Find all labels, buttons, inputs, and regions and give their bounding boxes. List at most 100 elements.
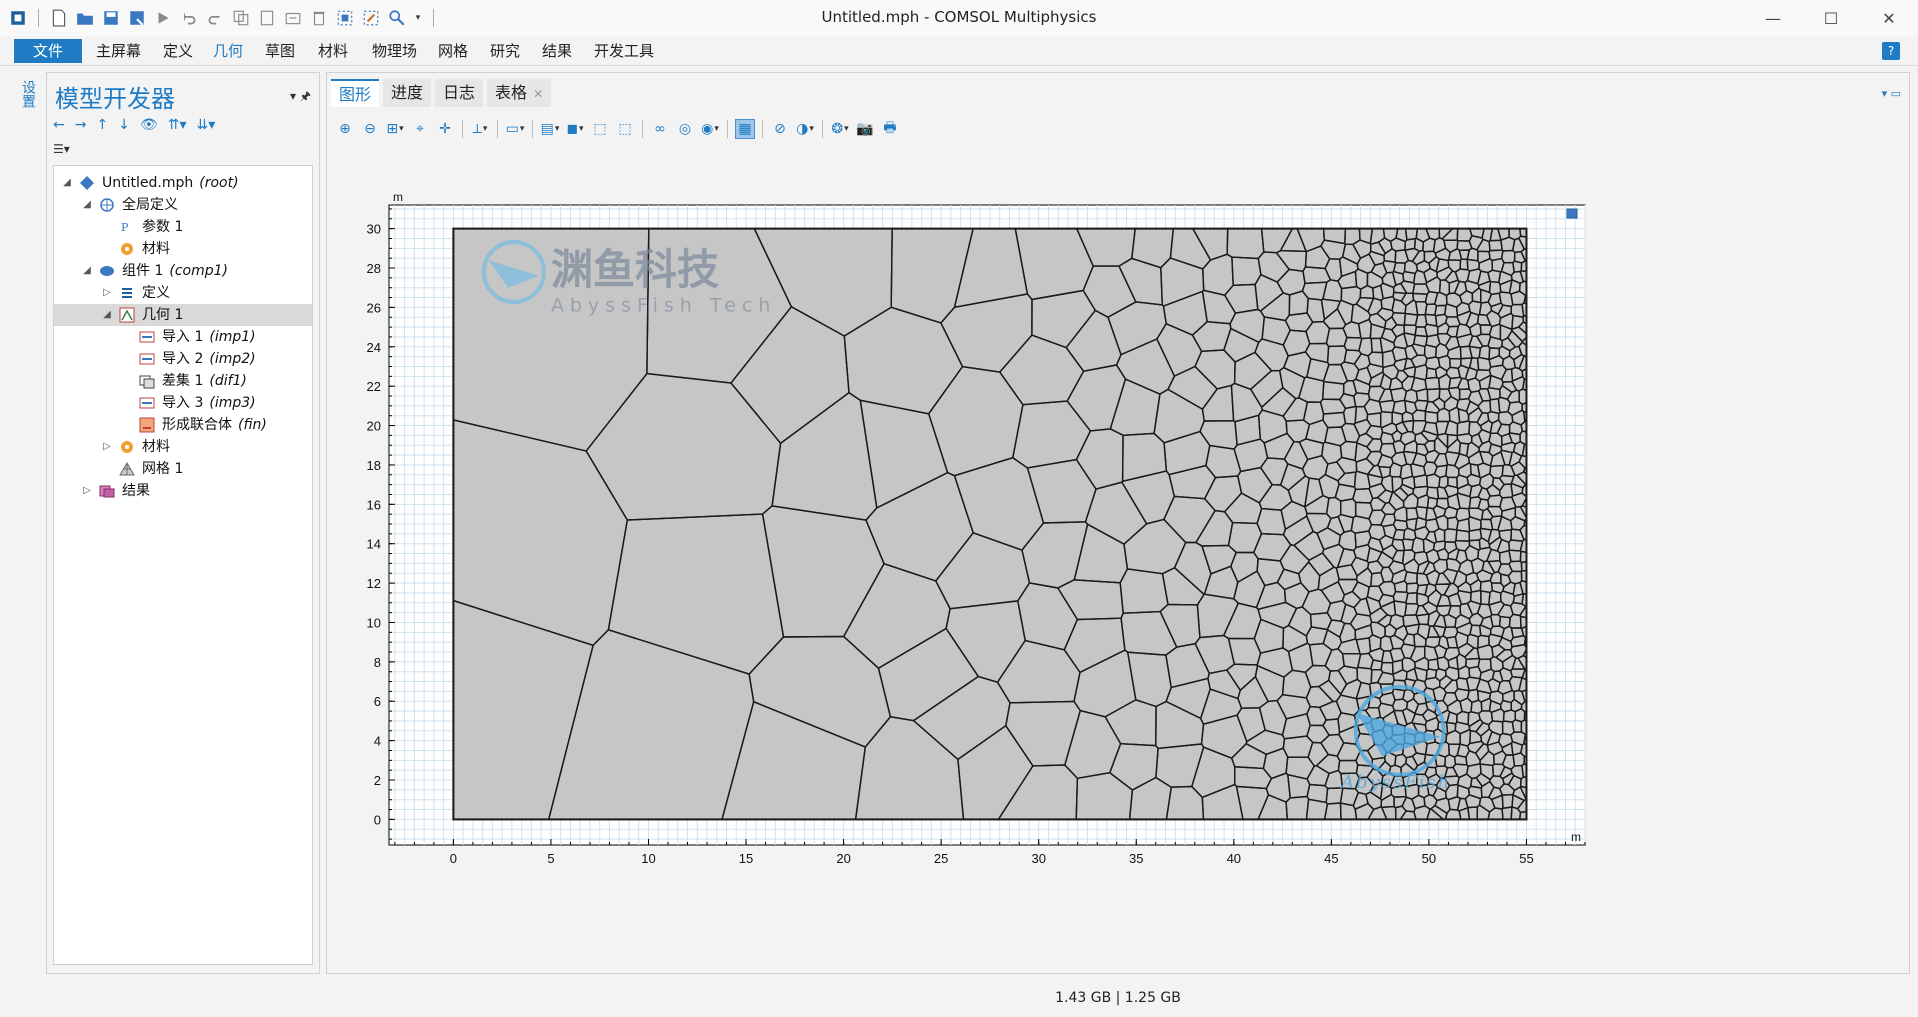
move-up-icon[interactable]: ↑ [96, 117, 108, 133]
zoom-box-icon[interactable]: ⊞ [385, 119, 405, 139]
tab-close-icon[interactable]: ✕ [533, 87, 543, 101]
zoom-selected-icon[interactable]: ✛ [435, 119, 455, 139]
tree-node-materials[interactable]: ▷ 材料 [100, 436, 176, 458]
tree-node-form-union[interactable]: 形成联合体 (fin) [134, 414, 267, 436]
tree-label: 导入 1 [162, 329, 204, 345]
tree-label: 结果 [122, 483, 150, 499]
minimize-button[interactable]: — [1744, 0, 1802, 36]
tab-graphics[interactable]: 图形 [331, 79, 380, 107]
graphics-canvas[interactable]: 0 5 10 15 20 25 30 35 40 45 50 55 0 2 4 6 8 10 12 14 16 18 20 2… [339, 155, 1899, 967]
scene-light-icon[interactable]: ❂ [830, 119, 850, 139]
tree-tag: (root) [199, 175, 239, 191]
menu-home[interactable]: 主屏幕 [88, 39, 149, 63]
menu-physics[interactable]: 物理场 [364, 39, 425, 63]
tree-node-import-3[interactable]: 导入 3 (imp3) [134, 392, 256, 414]
menu-file[interactable]: 文件 [14, 39, 82, 63]
view-cube-icon [1566, 208, 1578, 219]
tree-node-definitions[interactable]: ▷ 定义 [100, 282, 176, 304]
menu-study[interactable]: 研究 [482, 39, 528, 63]
render-icon[interactable]: ◑ [795, 119, 815, 139]
tree-node-component[interactable]: ◢ 组件 1 (comp1) [80, 260, 228, 282]
collapse-arrow-icon[interactable]: ◢ [80, 194, 94, 216]
parameters-icon: P [118, 219, 136, 235]
y-tick-label: 0 [374, 812, 381, 827]
tree-node-geometry[interactable]: ◢ 几何 1 [54, 304, 312, 326]
help-icon[interactable]: ? [1882, 42, 1900, 60]
collapse-arrow-icon[interactable]: ◢ [100, 304, 114, 326]
tree-node-difference-1[interactable]: 差集 1 (dif1) [134, 370, 247, 392]
menu-developer[interactable]: 开发工具 [586, 39, 662, 63]
tab-progress[interactable]: 进度 [383, 79, 432, 107]
back-arrow-icon[interactable]: ← [53, 117, 65, 133]
domain-rect [452, 227, 1528, 821]
settings-side-strip: 设置 [10, 74, 40, 974]
expand-arrow-icon[interactable]: ▷ [100, 436, 114, 458]
collapse-arrow-icon[interactable]: ◢ [60, 172, 74, 194]
print-icon[interactable]: 🖶 [880, 119, 900, 139]
axis-orientation-icon[interactable]: ⟂ [470, 119, 490, 139]
ribbon-menu-bar: 文件 主屏幕 定义 几何 草图 材料 物理场 网格 研究 结果 开发工具 ? [0, 36, 1918, 66]
hide-icon[interactable]: ⊘ [770, 119, 790, 139]
import-icon [138, 351, 156, 367]
y-tick-label: 14 [367, 537, 381, 552]
list-view-icon[interactable]: ☰▾ [53, 142, 70, 156]
graphics-panel: 图形 进度 日志 表格 ✕ ▾ ▭ ⊕ ⊖ ⊞ ⌖ ✛ ⟂ ▭ ▤ ◼ ⬚ ⬚ ∞… [326, 72, 1910, 974]
panel-menu-icon[interactable]: ▾ ▭ [1882, 87, 1901, 100]
settings-tab[interactable]: 设置 [18, 80, 38, 108]
menu-materials[interactable]: 材料 [310, 39, 356, 63]
expand-arrow-icon[interactable]: ▷ [80, 480, 94, 502]
tree-node-root[interactable]: ◢ Untitled.mph (root) [60, 172, 239, 194]
tree-node-import-1[interactable]: 导入 1 (imp1) [134, 326, 256, 348]
transparency-icon[interactable]: ◎ [675, 119, 695, 139]
x-tick-label: 30 [1031, 851, 1045, 866]
expand-arrow-icon[interactable]: ▷ [100, 282, 114, 304]
menu-mesh[interactable]: 网格 [430, 39, 476, 63]
tree-node-parameters[interactable]: P 参数 1 [114, 216, 189, 238]
unit-label-top: m [393, 190, 403, 204]
tree-node-import-2[interactable]: 导入 2 (imp2) [134, 348, 256, 370]
select-domain-icon[interactable]: ▤ [540, 119, 560, 139]
panel-pin-icon[interactable]: ▾ 🖈 [290, 87, 311, 108]
zoom-in-icon[interactable]: ⊕ [335, 119, 355, 139]
move-down-icon[interactable]: ↓ [118, 117, 130, 133]
link-icon[interactable]: ∞ [650, 119, 670, 139]
expand-icon[interactable]: ⇊▾ [196, 117, 215, 133]
collapse-arrow-icon[interactable]: ◢ [80, 260, 94, 282]
show-icon[interactable]: 👁 [140, 117, 158, 133]
zoom-out-icon[interactable]: ⊖ [360, 119, 380, 139]
box-select-icon[interactable]: ⬚ [590, 119, 610, 139]
tab-log[interactable]: 日志 [435, 79, 484, 107]
tree-node-mesh[interactable]: 网格 1 [114, 458, 189, 480]
tree-label: Untitled.mph [102, 175, 194, 191]
menu-definitions[interactable]: 定义 [155, 39, 201, 63]
tab-table[interactable]: 表格 ✕ [487, 79, 552, 107]
tree-node-results[interactable]: ▷ 结果 [80, 480, 156, 502]
tree-label: 形成联合体 [162, 417, 232, 433]
y-tick-label: 12 [367, 576, 381, 591]
select-boundary-icon[interactable]: ◼ [565, 119, 585, 139]
maximize-button[interactable]: ☐ [1802, 0, 1860, 36]
toolbar-separator [462, 120, 463, 138]
y-tick-label: 10 [367, 615, 381, 630]
y-tick-label: 2 [374, 773, 381, 788]
grid-toggle-icon[interactable]: ▦ [735, 119, 755, 139]
tree-label: 几何 1 [142, 307, 184, 323]
menu-sketch[interactable]: 草图 [257, 39, 303, 63]
camera-icon[interactable]: 📷 [855, 119, 875, 139]
forward-arrow-icon[interactable]: → [75, 117, 87, 133]
select-object-icon[interactable]: ▭ [505, 119, 525, 139]
menu-geometry[interactable]: 几何 [205, 39, 251, 63]
tree-node-global-materials[interactable]: 材料 [114, 238, 176, 260]
view-icon[interactable]: ◉ [700, 119, 720, 139]
title-bar: ▾ Untitled.mph - COMSOL Multiphysics — ☐… [0, 0, 1918, 36]
close-button[interactable]: ✕ [1860, 0, 1918, 36]
clear-selection-icon[interactable]: ⬚ [615, 119, 635, 139]
x-tick-label: 40 [1227, 851, 1241, 866]
zoom-extents-icon[interactable]: ⌖ [410, 119, 430, 139]
geometry-plot[interactable]: 0 5 10 15 20 25 30 35 40 45 50 55024681012141618202… [339, 155, 1899, 967]
menu-results[interactable]: 结果 [534, 39, 580, 63]
tree-label: 导入 2 [162, 351, 204, 367]
collapse-icon[interactable]: ⇈▾ [168, 117, 187, 133]
tree-node-global-definitions[interactable]: ◢ 全局定义 [80, 194, 184, 216]
unit-label-bottom: m [1571, 830, 1581, 844]
